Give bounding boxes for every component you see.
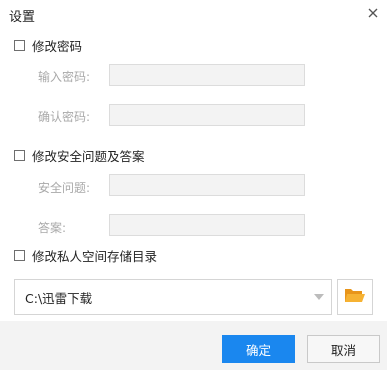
change-private-dir-label: 修改私人空间存储目录: [32, 249, 158, 264]
cancel-button[interactable]: 取消: [307, 335, 380, 363]
change-password-label: 修改密码: [32, 39, 83, 54]
security-answer-label: 答案:: [38, 221, 67, 235]
security-answer-input[interactable]: [109, 214, 305, 236]
change-security-label: 修改安全问题及答案: [32, 149, 145, 164]
security-question-label: 安全问题:: [38, 181, 91, 195]
settings-dialog: 设置 修改密码 输入密码: 确认密码: 修改安全问题及答案 安全问题: 答案: …: [0, 0, 387, 370]
close-button[interactable]: [365, 5, 381, 21]
ok-button[interactable]: 确定: [222, 335, 295, 363]
change-private-dir-checkbox[interactable]: [14, 250, 25, 261]
private-dir-path-value: C:\迅雷下载: [25, 290, 93, 306]
chevron-down-icon[interactable]: [307, 280, 331, 314]
private-dir-path-select[interactable]: C:\迅雷下载: [14, 279, 332, 315]
folder-open-icon: [344, 286, 366, 308]
change-security-checkbox[interactable]: [14, 150, 25, 161]
dialog-title: 设置: [9, 10, 36, 25]
confirm-password-input[interactable]: [109, 104, 305, 126]
change-private-dir-checkbox-row[interactable]: 修改私人空间存储目录: [14, 246, 157, 265]
close-icon: [365, 5, 381, 21]
change-password-checkbox-row[interactable]: 修改密码: [14, 36, 82, 55]
confirm-password-label: 确认密码:: [38, 110, 91, 124]
browse-folder-button[interactable]: [337, 279, 373, 315]
enter-password-input[interactable]: [109, 64, 305, 86]
security-question-input[interactable]: [109, 174, 305, 196]
change-security-checkbox-row[interactable]: 修改安全问题及答案: [14, 146, 145, 165]
enter-password-label: 输入密码:: [38, 70, 91, 84]
change-password-checkbox[interactable]: [14, 40, 25, 51]
